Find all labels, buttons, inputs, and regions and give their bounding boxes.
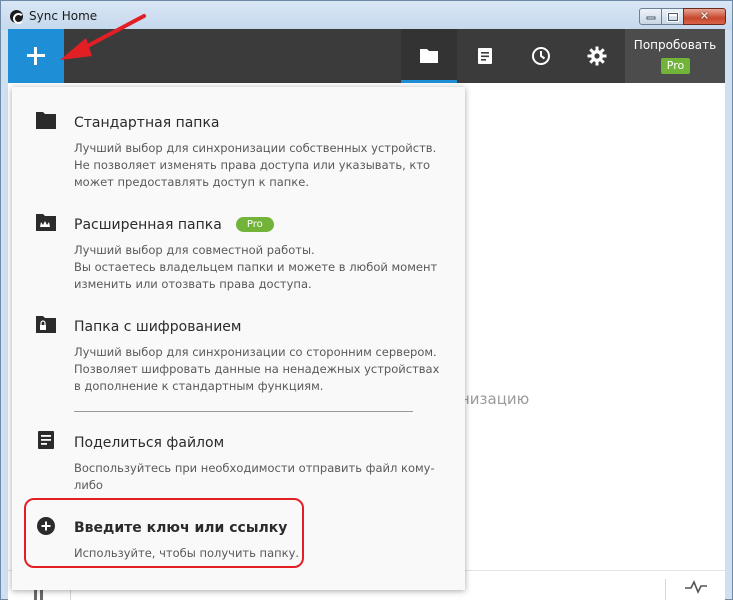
menu-item-title: Поделиться файлом	[74, 435, 225, 451]
menu-item-encrypted-folder[interactable]: Папка с шифрованием Лучший выбор для син…	[12, 309, 465, 399]
try-pro-label: Попробовать	[633, 38, 717, 52]
menu-divider	[74, 411, 413, 412]
folder-icon	[36, 112, 56, 129]
maximize-icon	[667, 12, 678, 21]
menu-item-share-file[interactable]: Поделиться файлом Воспользуйтесь при нео…	[12, 425, 465, 495]
menu-item-title: Расширенная папка Pro	[74, 217, 274, 233]
menu-item-description: Лучший выбор для синхронизации со сторон…	[74, 345, 440, 393]
menu-item-advanced-folder[interactable]: Расширенная папка Pro Лучший выбор для со…	[12, 207, 465, 297]
menu-item-title: Папка с шифрованием	[74, 319, 242, 335]
clock-icon	[532, 47, 550, 65]
empty-state-hint: низацию	[460, 390, 530, 408]
menu-item-description: Лучший выбор для совместной работы. Вы о…	[74, 243, 438, 291]
tab-history[interactable]	[513, 29, 569, 83]
folder-crown-icon	[36, 214, 56, 231]
try-pro-button[interactable]: Попробовать Pro	[625, 29, 725, 83]
tab-settings[interactable]	[569, 29, 625, 83]
app-logo-icon	[10, 10, 24, 24]
document-icon	[478, 48, 492, 64]
maximize-button[interactable]	[661, 8, 684, 25]
tab-folders[interactable]	[401, 29, 457, 83]
highlight-annotation	[24, 498, 304, 568]
folder-lock-icon	[36, 316, 56, 333]
close-button[interactable]: ✕	[683, 8, 726, 25]
divider	[665, 579, 666, 600]
red-arrow-annotation	[60, 14, 146, 60]
menu-item-title: Стандартная папка	[74, 115, 220, 131]
menu-item-standard-folder[interactable]: Стандартная папка Лучший выбор для синхр…	[12, 105, 465, 195]
menu-item-title-text: Расширенная папка	[74, 217, 222, 233]
window-controls: ✕	[639, 8, 726, 25]
minimize-icon	[646, 16, 655, 20]
pro-badge: Pro	[235, 217, 274, 232]
menu-item-description: Лучший выбор для синхронизации собственн…	[74, 141, 437, 189]
tab-transfers[interactable]	[457, 29, 513, 83]
minimize-button[interactable]	[639, 8, 662, 25]
activity-icon[interactable]	[685, 580, 707, 594]
pro-badge: Pro	[661, 58, 690, 74]
plus-icon-vertical	[34, 47, 37, 65]
menu-item-description: Воспользуйтесь при необходимости отправи…	[74, 461, 435, 492]
close-icon: ✕	[699, 10, 710, 22]
file-icon	[38, 431, 54, 449]
gear-icon	[587, 46, 607, 66]
folder-icon	[420, 49, 438, 63]
